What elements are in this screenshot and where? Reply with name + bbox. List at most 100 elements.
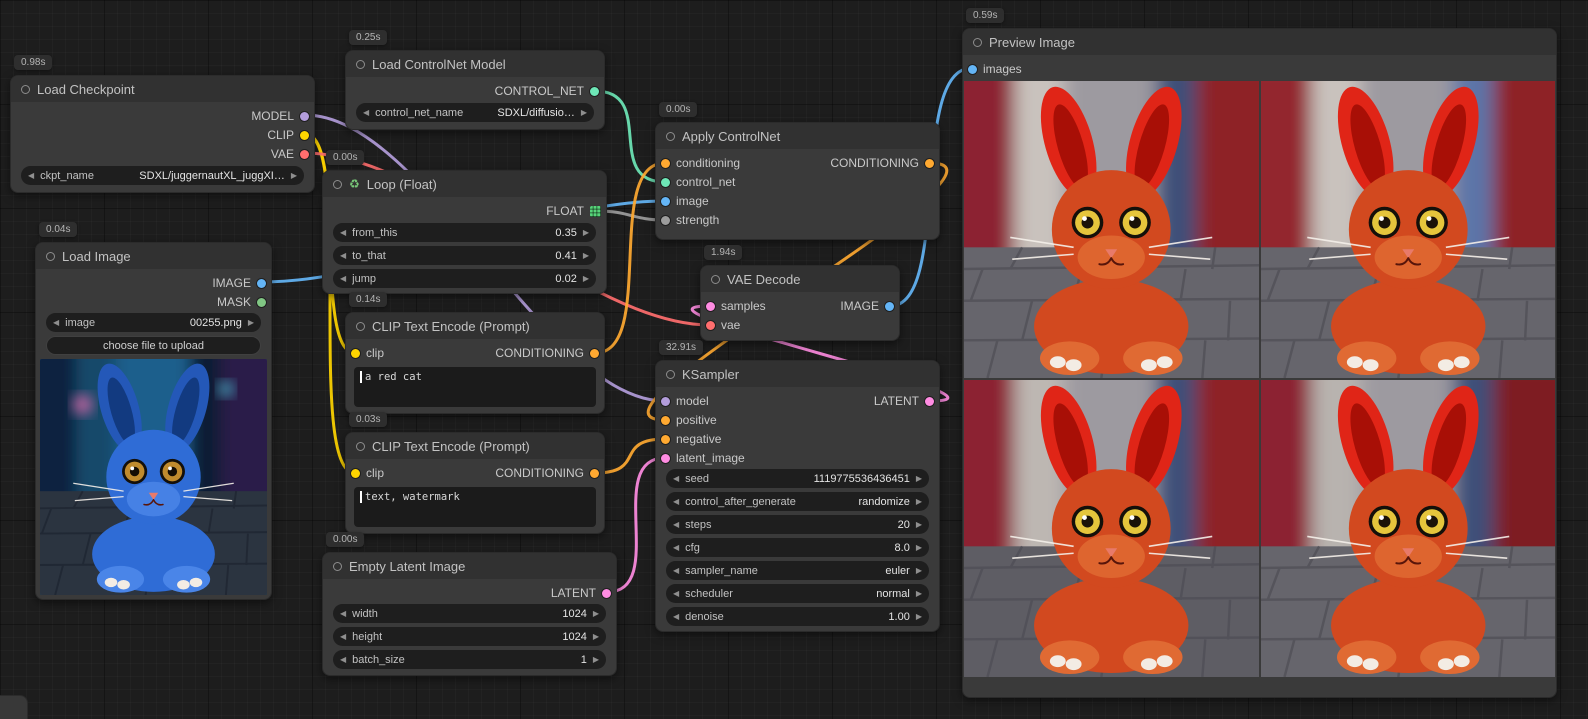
node-titlebar[interactable]: Load ControlNet Model [346,51,604,77]
input-dot-images[interactable] [968,65,977,74]
collapse-icon[interactable] [356,322,365,331]
input-dot-image[interactable] [661,197,670,206]
width-stepper[interactable]: ◀ width 1024 ▶ [333,604,606,623]
seed-stepper[interactable]: ◀ seed 1119775536436451 ▶ [666,469,929,488]
stepper-right-arrow-icon[interactable]: ▶ [583,223,589,242]
output-dot-conditioning[interactable] [925,159,934,168]
node-preview-image[interactable]: 0.59s Preview Image images [962,28,1557,698]
collapse-icon[interactable] [356,60,365,69]
node-titlebar[interactable]: VAE Decode [701,266,899,292]
cfg-stepper[interactable]: ◀ cfg 8.0 ▶ [666,538,929,557]
node-titlebar[interactable]: Load Checkpoint [11,76,314,102]
ckpt-name-combo[interactable]: ◀ ckpt_name SDXL/juggernautXL_juggXI… ▶ [21,166,304,185]
upload-button[interactable]: choose file to upload [46,336,261,355]
stepper-right-arrow-icon[interactable]: ▶ [583,269,589,288]
collapse-icon[interactable] [666,370,675,379]
node-load-checkpoint[interactable]: 0.98s Load Checkpoint MODEL CLIP VAE ◀ c… [10,75,315,193]
node-titlebar[interactable]: KSampler [656,361,939,387]
combo-left-arrow-icon[interactable]: ◀ [363,103,369,122]
stepper-left-arrow-icon[interactable]: ◀ [673,515,679,534]
node-titlebar[interactable]: Load Image [36,243,271,269]
output-dot-conditioning[interactable] [590,469,599,478]
collapse-icon[interactable] [333,180,342,189]
stepper-right-arrow-icon[interactable]: ▶ [583,246,589,265]
collapse-icon[interactable] [666,132,675,141]
stepper-left-arrow-icon[interactable]: ◀ [673,538,679,557]
stepper-left-arrow-icon[interactable]: ◀ [340,246,346,265]
collapse-icon[interactable] [711,275,720,284]
combo-left-arrow-icon[interactable]: ◀ [673,492,679,511]
node-clip-text-encode-positive[interactable]: 0.14s CLIP Text Encode (Prompt) clip CON… [345,312,605,414]
combo-left-arrow-icon[interactable]: ◀ [53,313,59,332]
batch-size-stepper[interactable]: ◀ batch_size 1 ▶ [333,650,606,669]
node-titlebar[interactable]: Apply ControlNet [656,123,939,149]
input-dot-strength[interactable] [661,216,670,225]
preview-image-1[interactable] [964,81,1259,378]
from-this-stepper[interactable]: ◀ from_this 0.35 ▶ [333,223,596,242]
node-loop-float[interactable]: 0.00s ♻ Loop (Float) FLOAT ◀ from_this 0… [322,170,607,294]
collapse-icon[interactable] [973,38,982,47]
stepper-right-arrow-icon[interactable]: ▶ [916,538,922,557]
stepper-left-arrow-icon[interactable]: ◀ [340,627,346,646]
collapse-icon[interactable] [21,85,30,94]
node-load-image[interactable]: 0.04s Load Image IMAGE MASK ◀ image 0025… [35,242,272,600]
stepper-right-arrow-icon[interactable]: ▶ [916,515,922,534]
output-dot-latent[interactable] [925,397,934,406]
stepper-right-arrow-icon[interactable]: ▶ [593,604,599,623]
stepper-right-arrow-icon[interactable]: ▶ [916,469,922,488]
partial-node[interactable] [0,695,28,719]
output-dot-image[interactable] [885,302,894,311]
input-dot-conditioning[interactable] [661,159,670,168]
steps-stepper[interactable]: ◀ steps 20 ▶ [666,515,929,534]
stepper-right-arrow-icon[interactable]: ▶ [916,607,922,626]
input-dot-vae[interactable] [706,321,715,330]
output-dot-control-net[interactable] [590,87,599,96]
combo-left-arrow-icon[interactable]: ◀ [673,561,679,580]
input-dot-positive[interactable] [661,416,670,425]
node-clip-text-encode-negative[interactable]: 0.03s CLIP Text Encode (Prompt) clip CON… [345,432,605,534]
node-vae-decode[interactable]: 1.94s VAE Decode samples vae IMAGE [700,265,900,341]
node-titlebar[interactable]: CLIP Text Encode (Prompt) [346,313,604,339]
output-dot-latent[interactable] [602,589,611,598]
input-dot-latent-image[interactable] [661,454,670,463]
node-titlebar[interactable]: Empty Latent Image [323,553,616,579]
prompt-textarea[interactable]: a red cat [354,367,596,407]
denoise-stepper[interactable]: ◀ denoise 1.00 ▶ [666,607,929,626]
output-dot-vae[interactable] [300,150,309,159]
node-ksampler[interactable]: 32.91s KSampler model positive negative … [655,360,940,632]
combo-right-arrow-icon[interactable]: ▶ [248,313,254,332]
combo-left-arrow-icon[interactable]: ◀ [673,584,679,603]
output-dot-conditioning[interactable] [590,349,599,358]
stepper-left-arrow-icon[interactable]: ◀ [340,650,346,669]
stepper-left-arrow-icon[interactable]: ◀ [673,607,679,626]
input-dot-clip[interactable] [351,469,360,478]
stepper-left-arrow-icon[interactable]: ◀ [340,604,346,623]
control-after-generate-combo[interactable]: ◀ control_after_generate randomize ▶ [666,492,929,511]
node-titlebar[interactable]: Preview Image [963,29,1556,55]
input-dot-samples[interactable] [706,302,715,311]
stepper-right-arrow-icon[interactable]: ▶ [593,627,599,646]
node-apply-controlnet[interactable]: 0.00s Apply ControlNet conditioning cont… [655,122,940,240]
input-dot-control-net[interactable] [661,178,670,187]
combo-right-arrow-icon[interactable]: ▶ [581,103,587,122]
combo-right-arrow-icon[interactable]: ▶ [291,166,297,185]
sampler-name-combo[interactable]: ◀ sampler_name euler ▶ [666,561,929,580]
node-titlebar[interactable]: CLIP Text Encode (Prompt) [346,433,604,459]
combo-right-arrow-icon[interactable]: ▶ [916,584,922,603]
float-grid-icon[interactable] [590,206,601,217]
prompt-textarea[interactable]: text, watermark [354,487,596,527]
node-load-controlnet-model[interactable]: 0.25s Load ControlNet Model CONTROL_NET … [345,50,605,130]
input-dot-clip[interactable] [351,349,360,358]
input-dot-negative[interactable] [661,435,670,444]
combo-right-arrow-icon[interactable]: ▶ [916,561,922,580]
stepper-left-arrow-icon[interactable]: ◀ [340,223,346,242]
stepper-right-arrow-icon[interactable]: ▶ [593,650,599,669]
control-net-name-combo[interactable]: ◀ control_net_name SDXL/diffusio… ▶ [356,103,594,122]
collapse-icon[interactable] [46,252,55,261]
combo-right-arrow-icon[interactable]: ▶ [916,492,922,511]
preview-image-2[interactable] [1261,81,1556,378]
combo-left-arrow-icon[interactable]: ◀ [28,166,34,185]
image-combo[interactable]: ◀ image 00255.png ▶ [46,313,261,332]
output-dot-image[interactable] [257,279,266,288]
output-dot-mask[interactable] [257,298,266,307]
